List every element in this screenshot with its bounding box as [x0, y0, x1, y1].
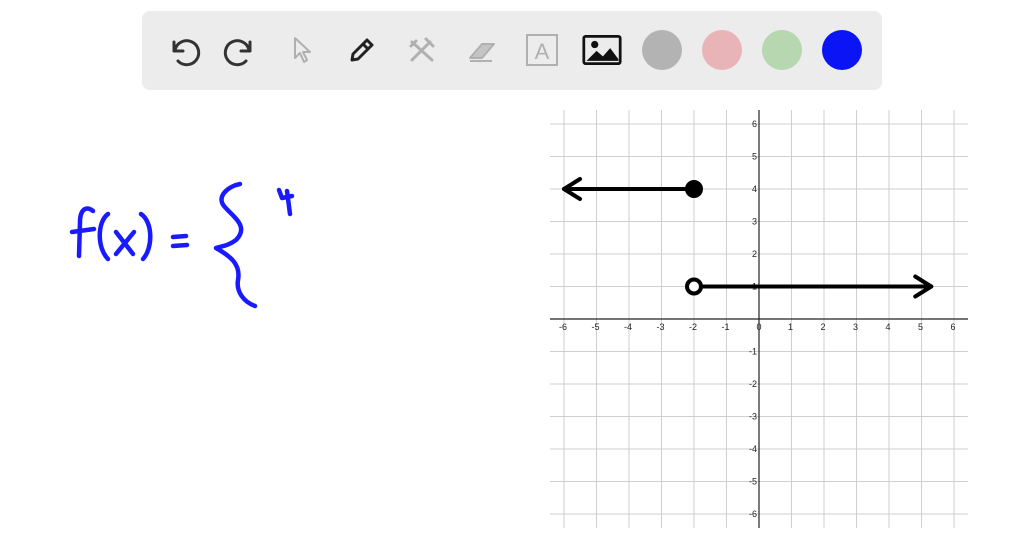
handwritten-formula — [69, 181, 295, 309]
x-tick-label: -6 — [559, 322, 567, 332]
coordinate-graph: -6 -5 -4 -3 -2 -1 0 1 2 3 4 5 6 -6 -5 -4 -3 -2 -1 1 2 3 4 5 6 — [550, 110, 968, 528]
y-tick-label: -1 — [749, 347, 757, 357]
x-tick-label: -2 — [689, 322, 697, 332]
open-endpoint — [685, 277, 703, 296]
handwriting-brace — [213, 181, 258, 309]
y-tick-label: 2 — [752, 249, 757, 259]
x-tick-label: 4 — [885, 322, 890, 332]
handwriting-x — [113, 229, 137, 257]
y-tick-label: 6 — [752, 119, 757, 129]
y-tick-label: 4 — [752, 184, 757, 194]
y-tick-label: -3 — [749, 412, 757, 422]
handwriting-note — [276, 187, 295, 217]
y-tick-label: -5 — [749, 477, 757, 487]
x-tick-label: 1 — [788, 322, 793, 332]
closed-endpoint — [685, 180, 703, 198]
handwriting-close-paren — [138, 211, 153, 262]
series-layer — [562, 177, 934, 299]
y-tick-label: -4 — [749, 444, 757, 454]
handwriting-equals — [170, 233, 190, 249]
x-tick-label: 6 — [950, 322, 955, 332]
x-tick-label: -3 — [656, 322, 664, 332]
x-tick-labels: -6 -5 -4 -3 -2 -1 0 1 2 3 4 5 6 — [559, 322, 956, 332]
x-tick-label: -5 — [591, 322, 599, 332]
y-tick-label: 3 — [752, 217, 757, 227]
x-tick-label: 0 — [756, 322, 761, 332]
drawing-canvas[interactable]: -6 -5 -4 -3 -2 -1 0 1 2 3 4 5 6 -6 -5 -4 -3 -2 -1 1 2 3 4 5 6 — [0, 0, 1024, 558]
x-tick-label: 5 — [918, 322, 923, 332]
series-1 — [562, 177, 703, 201]
axes — [550, 110, 968, 528]
handwriting-f — [69, 206, 97, 259]
handwriting-open-paren — [97, 211, 111, 262]
x-tick-label: -4 — [624, 322, 632, 332]
x-tick-label: -1 — [721, 322, 729, 332]
x-tick-label: 2 — [820, 322, 825, 332]
y-tick-label: -6 — [749, 509, 757, 519]
series-2 — [685, 274, 934, 299]
y-tick-label: 5 — [752, 152, 757, 162]
y-tick-label: -2 — [749, 379, 757, 389]
x-tick-label: 3 — [853, 322, 858, 332]
